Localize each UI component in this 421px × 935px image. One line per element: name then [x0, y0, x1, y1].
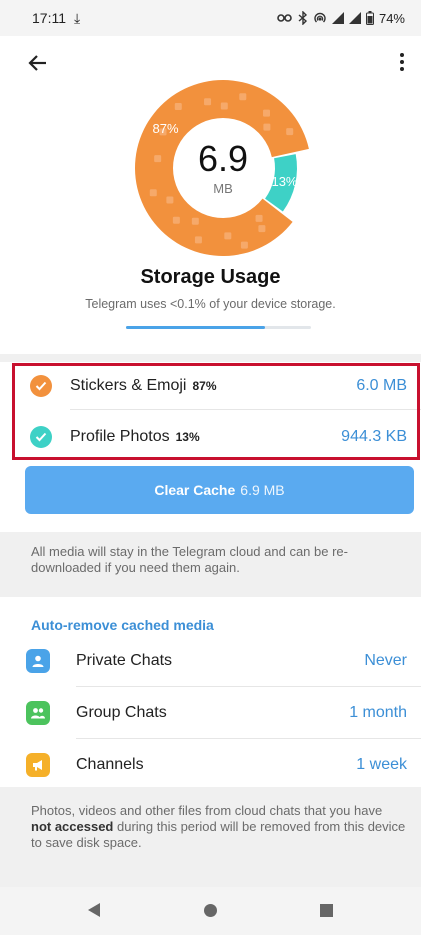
system-nav-bar — [0, 887, 421, 935]
sticker-pattern-mark — [224, 232, 232, 240]
category-name: Stickers & Emoji — [70, 377, 187, 394]
category-name: Profile Photos — [70, 428, 170, 445]
cache-categories: Stickers & Emoji 87% 6.0 MB Profile Photo… — [0, 362, 421, 466]
cloud-note: All media will stay in the Telegram clou… — [31, 544, 348, 575]
battery-icon — [365, 11, 374, 25]
back-button[interactable] — [26, 51, 50, 75]
sticker-pattern-mark — [263, 123, 271, 131]
category-percent: 87% — [192, 379, 217, 393]
more-button[interactable] — [393, 50, 411, 74]
megaphone-icon — [26, 753, 50, 777]
sticker-pattern-mark — [172, 216, 180, 224]
sticker-pattern-mark — [194, 236, 202, 244]
note-text: Photos, videos and other files from clou… — [31, 803, 383, 818]
signal-icon — [331, 12, 344, 24]
sticker-pattern-mark — [154, 155, 162, 163]
clear-cache-label: Clear Cache — [154, 482, 236, 498]
checkbox-checked-icon[interactable] — [30, 426, 52, 448]
auto-remove-note: Photos, videos and other files from clou… — [31, 803, 406, 851]
status-bar: 17:11 ⤓ 74% — [0, 0, 421, 36]
sticker-pattern-mark — [286, 128, 294, 136]
clear-cache-section: Clear Cache 6.9 MB — [0, 466, 421, 532]
checkbox-checked-icon[interactable] — [30, 375, 52, 397]
auto-remove-label: Channels — [76, 756, 144, 773]
donut-svg — [135, 80, 309, 257]
sticker-pattern-mark — [204, 98, 212, 106]
clear-cache-size: 6.9 MB — [240, 482, 285, 498]
sticker-pattern-mark — [240, 241, 248, 249]
nav-home-icon[interactable] — [204, 904, 217, 917]
category-size: 6.0 MB — [356, 377, 407, 394]
divider — [70, 409, 421, 410]
device-storage-bar-fill — [126, 326, 265, 329]
device-storage-bar — [126, 326, 311, 329]
auto-remove-heading: Auto-remove cached media — [31, 617, 214, 633]
sticker-pattern-mark — [174, 103, 182, 111]
category-size: 944.3 KB — [341, 428, 407, 445]
sticker-pattern-mark — [258, 225, 266, 233]
auto-remove-group-chats[interactable]: Group Chats 1 month — [0, 687, 421, 739]
arrow-left-icon — [28, 55, 46, 71]
sticker-pattern-mark — [149, 189, 157, 197]
category-label: Stickers & Emoji 87% — [70, 377, 217, 395]
category-profile-photos[interactable]: Profile Photos 13% 944.3 KB — [0, 413, 421, 461]
bluetooth-icon — [298, 11, 307, 25]
download-icon: ⤓ — [74, 9, 81, 26]
group-icon — [26, 701, 50, 725]
auto-remove-channels[interactable]: Channels 1 week — [0, 739, 421, 791]
slice-label-profile-photos: 13% — [271, 173, 298, 189]
note-bold-text: not accessed — [31, 819, 114, 834]
storage-header-section: 87% 13% 6.9 MB Storage Usage Telegram us… — [0, 36, 421, 354]
sticker-pattern-mark — [239, 93, 247, 101]
sticker-pattern-mark — [166, 196, 174, 204]
category-percent: 13% — [175, 430, 200, 444]
sticker-pattern-mark — [263, 109, 271, 117]
storage-donut-chart: 87% 13% 6.9 MB — [133, 78, 313, 258]
key-icon — [277, 14, 292, 22]
sticker-pattern-mark — [220, 102, 228, 110]
storage-subtitle: Telegram uses <0.1% of your device stora… — [85, 297, 336, 311]
auto-remove-label: Private Chats — [76, 652, 173, 669]
more-vertical-icon — [400, 53, 404, 57]
slice-label-stickers: 87% — [152, 121, 179, 137]
status-icons: 74% — [277, 11, 405, 26]
auto-remove-section: Auto-remove cached media Private Chats N… — [0, 597, 421, 787]
auto-remove-private-chats[interactable]: Private Chats Never — [0, 635, 421, 687]
status-time: 17:11 — [32, 10, 66, 26]
hotspot-icon — [314, 12, 326, 23]
battery-percent: 74% — [378, 10, 405, 26]
page-title: Storage Usage — [140, 266, 281, 288]
auto-remove-label: Group Chats — [76, 704, 167, 721]
sticker-pattern-mark — [191, 217, 199, 225]
person-icon — [26, 649, 50, 673]
clear-cache-button[interactable]: Clear Cache 6.9 MB — [25, 466, 414, 514]
signal-icon — [348, 12, 361, 24]
category-label: Profile Photos 13% — [70, 428, 200, 446]
sticker-pattern-mark — [255, 214, 263, 222]
category-stickers-emoji[interactable]: Stickers & Emoji 87% 6.0 MB — [0, 362, 421, 410]
auto-remove-value: 1 week — [356, 756, 407, 773]
auto-remove-value: Never — [364, 652, 407, 669]
auto-remove-value: 1 month — [349, 704, 407, 721]
nav-recents-icon[interactable] — [320, 904, 333, 917]
nav-back-icon[interactable] — [88, 903, 100, 917]
